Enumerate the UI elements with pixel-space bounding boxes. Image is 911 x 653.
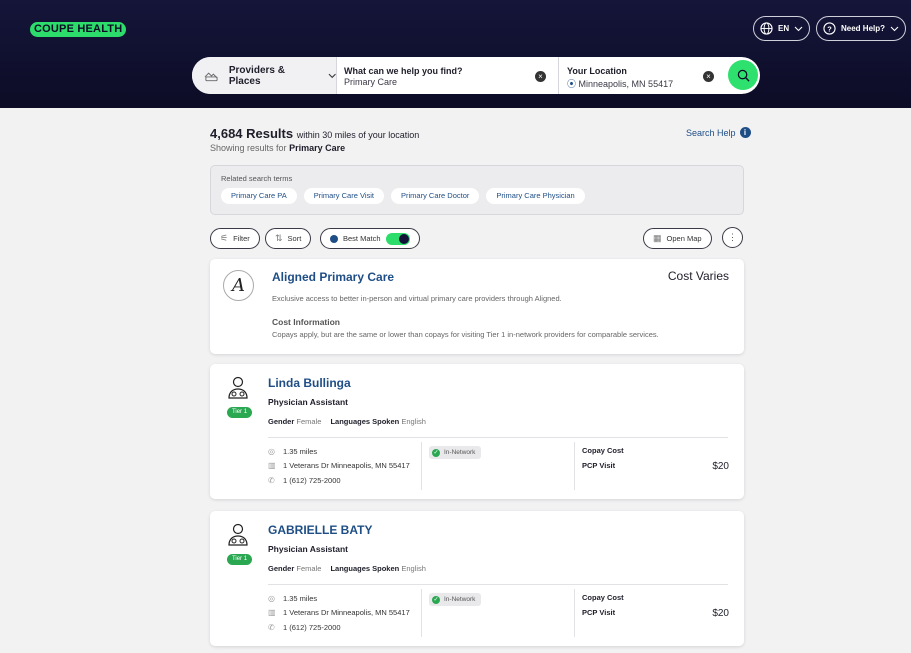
search-bar: Providers & Places What can we help you … bbox=[192, 57, 760, 94]
provider-meta: Gender Female Languages Spoken English bbox=[268, 417, 426, 426]
provider-meta: Gender Female Languages Spoken English bbox=[268, 564, 426, 573]
column-divider bbox=[421, 589, 422, 637]
related-term-chip[interactable]: Primary Care Doctor bbox=[391, 188, 480, 204]
map-icon: ▦ bbox=[653, 233, 662, 243]
phone-icon: ✆ bbox=[268, 623, 275, 632]
search-icon bbox=[737, 69, 750, 82]
phone-row[interactable]: ✆ 1 (612) 725-2000 bbox=[268, 623, 341, 632]
copay-label: PCP Visit bbox=[582, 608, 616, 617]
copay-heading: Copay Cost bbox=[582, 593, 624, 602]
toggle-switch[interactable] bbox=[385, 232, 410, 245]
category-dropdown[interactable]: Providers & Places bbox=[192, 57, 337, 94]
tier-badge: Tier 1 bbox=[227, 407, 252, 418]
top-header: COUPE HEALTH EN ? Need Help? Providers &… bbox=[0, 0, 911, 108]
provider-card[interactable]: Tier 1 GABRIELLE BATY Physician Assistan… bbox=[210, 511, 744, 646]
chevron-down-icon bbox=[794, 26, 803, 31]
copay-heading: Copay Cost bbox=[582, 446, 624, 455]
column-divider bbox=[421, 442, 422, 490]
language-selector[interactable]: EN bbox=[753, 16, 811, 41]
related-search-terms: Related search terms Primary Care PA Pri… bbox=[210, 165, 744, 215]
showing-results: Showing results for Primary Care bbox=[210, 143, 346, 153]
building-icon: ▥ bbox=[268, 608, 276, 617]
aligned-logo: A bbox=[223, 270, 254, 301]
provider-title: Physician Assistant bbox=[268, 397, 348, 407]
provider-name[interactable]: GABRIELLE BATY bbox=[268, 523, 372, 537]
best-match-icon bbox=[330, 234, 338, 243]
results-count: 4,684 Results within 30 miles of your lo… bbox=[210, 126, 420, 141]
column-divider bbox=[574, 589, 575, 637]
doctor-icon bbox=[228, 523, 248, 546]
provider-card[interactable]: Tier 1 Linda Bullinga Physician Assistan… bbox=[210, 364, 744, 499]
chevron-down-icon bbox=[890, 26, 899, 31]
providers-places-icon bbox=[204, 72, 218, 81]
address-row[interactable]: ▥ 1 Veterans Dr Minneapolis, MN 55417 bbox=[268, 461, 410, 470]
divider bbox=[268, 437, 728, 438]
location-value: Minneapolis, MN 55417 bbox=[578, 79, 674, 89]
clear-find-icon[interactable]: × bbox=[535, 71, 546, 82]
filter-button[interactable]: ⚟ Filter bbox=[210, 228, 260, 249]
phone-row[interactable]: ✆ 1 (612) 725-2000 bbox=[268, 476, 341, 485]
copay-value: $20 bbox=[712, 461, 729, 472]
related-term-chip[interactable]: Primary Care PA bbox=[221, 188, 297, 204]
doctor-icon bbox=[228, 376, 248, 399]
related-term-chip[interactable]: Primary Care Visit bbox=[303, 188, 385, 204]
svg-text:?: ? bbox=[827, 24, 832, 33]
location-pin-icon: ◎ bbox=[268, 447, 275, 456]
info-icon: i bbox=[739, 127, 751, 138]
check-icon: ✓ bbox=[432, 448, 440, 457]
globe-icon bbox=[760, 22, 773, 35]
distance-row: ◎ 1.35 miles bbox=[268, 447, 318, 456]
find-field[interactable]: What can we help you find? Primary Care … bbox=[337, 57, 559, 94]
open-map-button[interactable]: ▦ Open Map bbox=[643, 228, 712, 249]
cost-info-text: Copays apply, but are the same or lower … bbox=[272, 330, 659, 339]
sort-icon: ⇅ bbox=[275, 233, 283, 243]
distance-row: ◎ 1.35 miles bbox=[268, 594, 318, 603]
phone-icon: ✆ bbox=[268, 476, 275, 485]
clear-location-icon[interactable]: × bbox=[703, 71, 714, 82]
find-label: What can we help you find? bbox=[344, 66, 463, 76]
in-network-badge: ✓ In-Network bbox=[429, 446, 482, 459]
aligned-cost: Cost Varies bbox=[667, 269, 729, 283]
chevron-down-icon bbox=[328, 73, 336, 78]
related-label: Related search terms bbox=[221, 174, 293, 183]
location-pin-icon: ◎ bbox=[268, 594, 275, 603]
in-network-badge: ✓ In-Network bbox=[429, 593, 482, 606]
question-circle-icon: ? bbox=[823, 22, 836, 35]
more-options-button[interactable]: ⋮ bbox=[722, 227, 743, 248]
related-chips: Primary Care PA Primary Care Visit Prima… bbox=[221, 188, 585, 204]
sort-button[interactable]: ⇅ Sort bbox=[265, 228, 312, 249]
tier-badge: Tier 1 bbox=[227, 554, 252, 565]
related-term-chip[interactable]: Primary Care Physician bbox=[486, 188, 585, 204]
results-suffix: within 30 miles of your location bbox=[296, 130, 420, 140]
need-help-button[interactable]: ? Need Help? bbox=[816, 16, 907, 41]
check-icon: ✓ bbox=[432, 595, 440, 604]
column-divider bbox=[574, 442, 575, 490]
need-help-label: Need Help? bbox=[841, 24, 886, 33]
divider bbox=[268, 584, 728, 585]
filter-icon: ⚟ bbox=[220, 233, 229, 243]
provider-name[interactable]: Linda Bullinga bbox=[268, 376, 351, 390]
search-help-link[interactable]: Search Help i bbox=[686, 127, 751, 138]
aligned-card[interactable]: A Aligned Primary Care Cost Varies Exclu… bbox=[210, 259, 744, 354]
location-field[interactable]: Your Location ⦿ Minneapolis, MN 55417 × bbox=[559, 57, 760, 94]
category-label: Providers & Places bbox=[228, 64, 285, 87]
address-row[interactable]: ▥ 1 Veterans Dr Minneapolis, MN 55417 bbox=[268, 608, 410, 617]
copay-value: $20 bbox=[712, 608, 729, 619]
copay-label: PCP Visit bbox=[582, 461, 616, 470]
building-icon: ▥ bbox=[268, 461, 276, 470]
aligned-description: Exclusive access to better in-person and… bbox=[272, 294, 562, 303]
find-value: Primary Care bbox=[344, 77, 398, 87]
location-pin-icon: ⦿ bbox=[567, 79, 577, 89]
showing-term: Primary Care bbox=[289, 143, 346, 153]
aligned-name[interactable]: Aligned Primary Care bbox=[272, 270, 394, 284]
provider-title: Physician Assistant bbox=[268, 544, 348, 554]
cost-info-heading: Cost Information bbox=[272, 317, 340, 327]
search-button[interactable] bbox=[728, 60, 758, 90]
language-label: EN bbox=[778, 24, 790, 33]
best-match-toggle[interactable]: Best Match bbox=[320, 228, 420, 249]
coupe-health-logo[interactable]: COUPE HEALTH bbox=[30, 22, 127, 37]
